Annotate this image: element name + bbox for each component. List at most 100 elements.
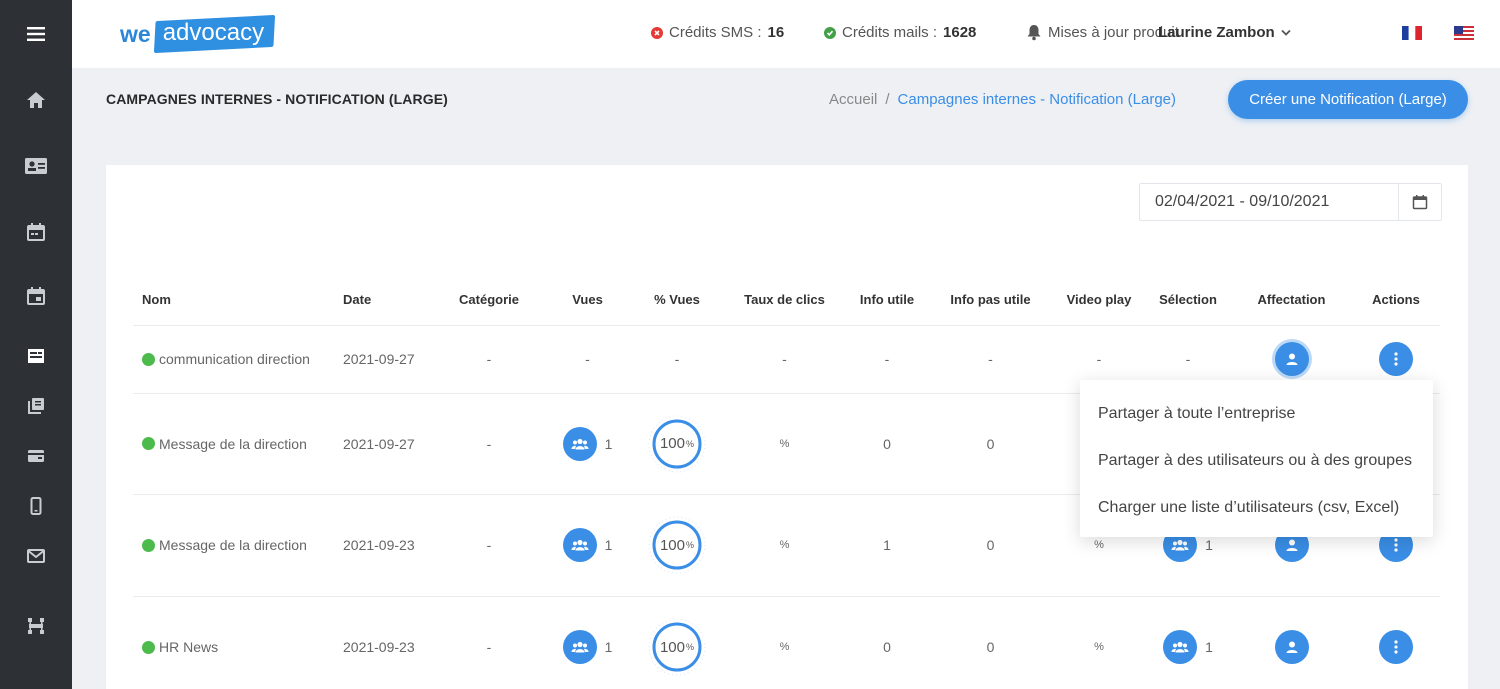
col-header-category[interactable]: Catégorie — [434, 275, 544, 326]
col-header-assignment[interactable]: Affectation — [1231, 275, 1352, 326]
pct-views-value: 100 — [659, 536, 685, 554]
pct-views-ring: 100% — [647, 414, 707, 474]
mobile-icon[interactable] — [0, 488, 72, 524]
date-cell: 2021-09-27 — [334, 393, 434, 495]
logo-we: we — [120, 20, 151, 47]
home-icon[interactable] — [0, 82, 72, 118]
col-header-selection[interactable]: Sélection — [1145, 275, 1231, 326]
create-notification-button[interactable]: Créer une Notification (Large) — [1228, 80, 1468, 119]
views-cell: - — [544, 325, 631, 394]
ctr-cell: - — [723, 325, 846, 394]
pct-views-ring: 100% — [647, 515, 707, 575]
views-count: 1 — [604, 639, 613, 655]
product-updates[interactable]: Mises à jour produit — [1026, 24, 1179, 41]
assign-user-button[interactable] — [1274, 342, 1309, 376]
useful-cell: 0 — [846, 393, 928, 495]
chevron-down-icon — [1281, 29, 1291, 36]
table-row: HR News 2021-09-23 - 1 100% % 0 0 % 1 — [133, 596, 1440, 689]
assign-user-button[interactable] — [1274, 630, 1309, 664]
date-range-value[interactable]: 02/04/2021 - 09/10/2021 — [1140, 184, 1398, 220]
sms-credits: Crédits SMS : 16 — [651, 24, 784, 41]
page-title: CAMPAGNES INTERNES - NOTIFICATION (LARGE… — [106, 91, 448, 107]
calendar-event-icon[interactable] — [0, 278, 72, 314]
user-menu[interactable]: Laurine Zambon — [1158, 24, 1291, 41]
menu-icon[interactable] — [0, 16, 72, 52]
not-useful-cell: - — [928, 325, 1053, 394]
assignment-cell — [1231, 596, 1352, 689]
menu-item-share-all[interactable]: Partager à toute l’entreprise — [1080, 390, 1433, 437]
date-cell: 2021-09-27 — [334, 325, 434, 394]
breadcrumb: Accueil / Campagnes internes - Notificatio… — [829, 91, 1176, 108]
not-useful-cell: 0 — [928, 393, 1053, 495]
col-header-ctr[interactable]: Taux de clics — [723, 275, 846, 326]
views-count: 1 — [604, 537, 613, 553]
views-cell: 1 — [544, 393, 631, 495]
useful-cell: 1 — [846, 494, 928, 597]
col-header-views[interactable]: Vues — [544, 275, 631, 326]
name-cell: HR News — [133, 596, 334, 689]
group-icon[interactable] — [562, 528, 597, 562]
user-name: Laurine Zambon — [1158, 24, 1275, 41]
category-cell: - — [434, 325, 544, 394]
more-actions-button[interactable] — [1379, 342, 1413, 376]
menu-item-share-users-groups[interactable]: Partager à des utilisateurs ou à des gro… — [1080, 437, 1433, 484]
library-icon[interactable] — [0, 388, 72, 424]
views-cell: 1 — [544, 494, 631, 597]
breadcrumb-current[interactable]: Campagnes internes - Notification (Large… — [898, 91, 1176, 108]
check-icon — [824, 26, 836, 39]
mail-credits-label: Crédits mails : — [842, 24, 938, 41]
mail-icon[interactable] — [0, 538, 72, 574]
wallet-icon[interactable] — [0, 438, 72, 474]
ctr-cell: % — [723, 393, 846, 495]
campaign-name[interactable]: HR News — [159, 639, 218, 655]
campaign-name[interactable]: Message de la direction — [159, 436, 307, 452]
us-flag-icon[interactable] — [1454, 26, 1474, 40]
col-header-useful[interactable]: Info utile — [846, 275, 928, 326]
not-useful-cell: 0 — [928, 494, 1053, 597]
fr-flag-icon[interactable] — [1402, 26, 1422, 40]
sms-credits-label: Crédits SMS : — [669, 24, 762, 41]
category-cell: - — [434, 596, 544, 689]
video-play-cell: % — [1053, 596, 1145, 689]
name-cell: communication direction — [133, 325, 334, 394]
pct-views-value: 100 — [659, 435, 685, 452]
status-dot — [142, 352, 155, 366]
pct-views-value: 100 — [659, 638, 685, 656]
col-header-video-play[interactable]: Video play — [1053, 275, 1145, 326]
group-icon[interactable] — [562, 630, 597, 664]
sidebar — [0, 0, 72, 689]
date-range-picker[interactable]: 02/04/2021 - 09/10/2021 — [1139, 183, 1442, 221]
campaign-name[interactable]: Message de la direction — [159, 537, 307, 553]
selection-count: 1 — [1205, 639, 1213, 655]
pct-views-cell: 100% — [631, 494, 723, 597]
date-cell: 2021-09-23 — [334, 596, 434, 689]
network-icon[interactable] — [0, 608, 72, 644]
actions-cell — [1352, 596, 1440, 689]
contact-card-icon[interactable] — [0, 148, 72, 184]
more-actions-button[interactable] — [1379, 630, 1413, 664]
col-header-date[interactable]: Date — [334, 275, 434, 326]
selection-cell: 1 — [1145, 596, 1231, 689]
group-icon[interactable] — [562, 426, 597, 461]
campaign-icon[interactable] — [0, 338, 72, 374]
ctr-cell: % — [723, 494, 846, 597]
brand-logo[interactable]: we advocacy — [120, 15, 274, 53]
calendar-icon[interactable] — [1398, 184, 1441, 220]
pct-views-cell: - — [631, 325, 723, 394]
selection-count: 1 — [1205, 537, 1213, 553]
status-dot — [142, 437, 155, 450]
views-cell: 1 — [544, 596, 631, 689]
col-header-actions[interactable]: Actions — [1352, 275, 1440, 326]
col-header-pct-views[interactable]: % Vues — [631, 275, 723, 326]
views-count: 1 — [604, 435, 613, 452]
calendar-icon[interactable] — [0, 214, 72, 250]
col-header-name[interactable]: Nom — [133, 275, 334, 326]
group-icon[interactable] — [1163, 630, 1198, 664]
menu-item-upload-user-list[interactable]: Charger une liste d’utilisateurs (csv, E… — [1080, 484, 1433, 531]
date-cell: 2021-09-23 — [334, 494, 434, 597]
status-dot — [142, 640, 155, 654]
campaign-name[interactable]: communication direction — [159, 351, 310, 367]
col-header-not-useful[interactable]: Info pas utile — [928, 275, 1053, 326]
breadcrumb-home[interactable]: Accueil — [829, 91, 877, 108]
bell-icon — [1027, 25, 1041, 41]
